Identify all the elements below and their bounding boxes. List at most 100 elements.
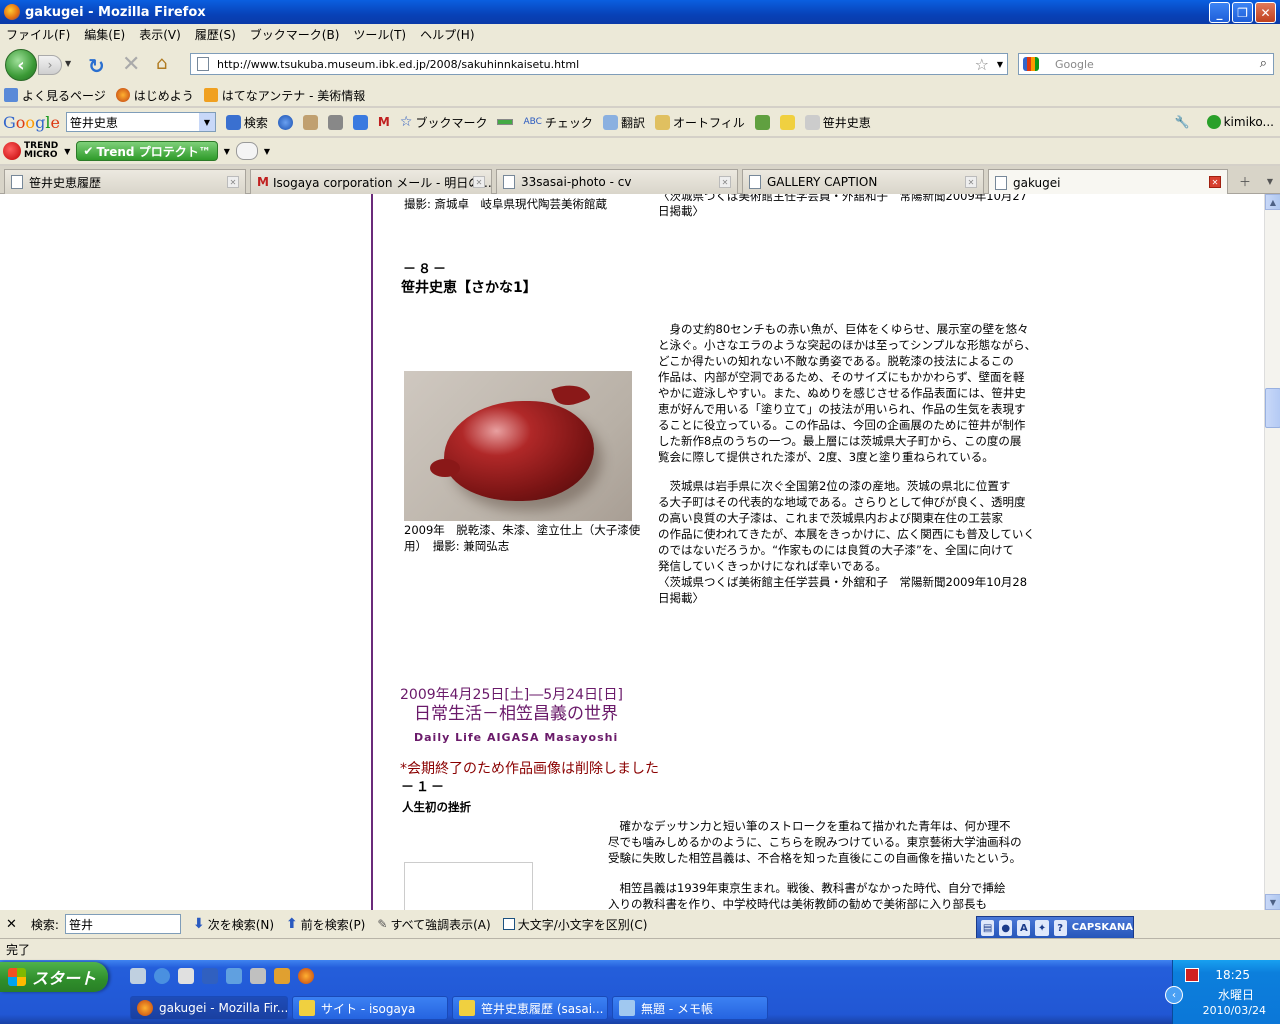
globe-button[interactable] bbox=[277, 114, 293, 130]
home-page-button[interactable] bbox=[327, 114, 343, 130]
quick-launch-icon[interactable] bbox=[130, 968, 146, 984]
new-tab-icon[interactable]: ＋ bbox=[1233, 169, 1257, 193]
google-bookmarks-button[interactable]: ☆ ブックマーク bbox=[400, 114, 488, 131]
media-player-icon[interactable] bbox=[202, 968, 218, 984]
bookmark-star-icon[interactable]: ☆ bbox=[975, 55, 989, 74]
ime-mode-icon[interactable]: ▤ bbox=[981, 920, 995, 936]
trend-micro-logo[interactable]: TREND MICRO bbox=[3, 142, 58, 160]
scroll-down-icon[interactable]: ▼ bbox=[1265, 894, 1280, 910]
commentary-paragraph-1: 身の丈約80センチもの赤い魚が、巨体をくゆらせ、展示室の壁を悠々 と泳ぐ。小さな… bbox=[658, 321, 1048, 465]
chevron-down-icon[interactable]: ▼ bbox=[64, 147, 70, 156]
close-tab-icon[interactable]: ✕ bbox=[719, 176, 731, 188]
tab-list-icon[interactable]: ▼ bbox=[1258, 169, 1280, 193]
search-box[interactable]: Google ⌕ bbox=[1018, 53, 1274, 75]
query-link-button[interactable]: 笹井史恵 bbox=[804, 114, 871, 131]
pagerank-button[interactable] bbox=[302, 114, 318, 130]
scroll-thumb[interactable] bbox=[1265, 388, 1280, 428]
menu-view[interactable]: 表示(V) bbox=[139, 26, 181, 43]
ime-help-icon[interactable]: ? bbox=[1053, 920, 1067, 936]
tray-expand-icon[interactable]: ‹ bbox=[1165, 986, 1183, 1004]
menu-tools[interactable]: ツール(T) bbox=[353, 26, 406, 43]
trend-protect-button[interactable]: ✔ Trend プロテクト™ bbox=[76, 141, 218, 161]
close-tab-icon[interactable]: ✕ bbox=[227, 176, 239, 188]
clock-time[interactable]: 18:25 bbox=[1215, 968, 1250, 982]
tab-label: 33sasai-photo - cv bbox=[521, 175, 632, 189]
account-menu[interactable]: 🔧 kimiko... bbox=[1175, 115, 1274, 129]
close-tab-icon[interactable]: ✕ bbox=[473, 176, 485, 188]
close-find-icon[interactable]: ✕ bbox=[6, 917, 17, 932]
prev-source-line2: 日掲載〉 bbox=[658, 204, 704, 218]
vertical-scrollbar[interactable]: ▲ ▼ bbox=[1264, 194, 1280, 910]
url-dropdown-icon[interactable]: ▼ bbox=[997, 60, 1003, 69]
translate-button[interactable]: 翻訳 bbox=[602, 114, 645, 131]
firefox-icon[interactable] bbox=[298, 968, 314, 984]
ie-icon[interactable] bbox=[154, 968, 170, 984]
checkbox[interactable] bbox=[502, 918, 515, 930]
find-next-button[interactable]: ⬇ 次を検索(N) bbox=[193, 916, 274, 933]
google-search-input[interactable]: 笹井史恵 ▼ bbox=[65, 112, 216, 132]
messenger-icon[interactable] bbox=[250, 968, 266, 984]
bookmark-hatena-antenna[interactable]: はてなアンテナ - 美術情報 bbox=[203, 87, 365, 104]
find-previous-button[interactable]: ⬆ 前を検索(P) bbox=[286, 916, 365, 933]
forward-button[interactable]: › bbox=[38, 55, 62, 75]
ime-input-mode-icon[interactable]: A bbox=[1017, 920, 1031, 936]
task-notepad[interactable]: 無題 - メモ帳 bbox=[612, 996, 768, 1020]
minimize-button[interactable]: _ bbox=[1209, 2, 1230, 23]
wireless-icon[interactable] bbox=[235, 142, 258, 160]
tab-isogaya-mail[interactable]: M Isogaya corporation メール - 明日の... ✕ bbox=[250, 169, 492, 194]
close-tab-icon[interactable]: ✕ bbox=[1209, 176, 1221, 188]
close-tab-icon[interactable]: ✕ bbox=[965, 176, 977, 188]
bookmark-most-visited[interactable]: よく見るページ bbox=[4, 87, 106, 104]
spellcheck-button[interactable]: ABC チェック bbox=[523, 114, 592, 131]
app-icon[interactable] bbox=[274, 968, 290, 984]
menu-bookmarks[interactable]: ブックマーク(B) bbox=[250, 26, 340, 43]
find-input[interactable]: 笹井 bbox=[64, 914, 181, 934]
tab-gallery-caption[interactable]: GALLERY CAPTION ✕ bbox=[742, 169, 984, 194]
task-sasai-history[interactable]: 笹井史恵履歴 (sasai... bbox=[452, 996, 608, 1020]
menu-history[interactable]: 履歴(S) bbox=[195, 26, 236, 43]
wrench-icon[interactable]: 🔧 bbox=[1175, 115, 1190, 129]
send-to-button[interactable] bbox=[754, 114, 770, 130]
ime-language-bar[interactable]: ▤ ● A ✦ ? CAPS KANA bbox=[976, 916, 1134, 940]
back-button[interactable]: ‹ bbox=[5, 49, 37, 81]
scroll-up-icon[interactable]: ▲ bbox=[1265, 194, 1280, 210]
google-logo[interactable]: Google bbox=[3, 113, 60, 132]
bookmark-getting-started[interactable]: はじめよう bbox=[115, 87, 194, 104]
task-firefox[interactable]: gakugei - Mozilla Fir... bbox=[130, 996, 288, 1020]
menu-edit[interactable]: 編集(E) bbox=[84, 26, 125, 43]
tab-photo-cv[interactable]: 33sasai-photo - cv ✕ bbox=[496, 169, 738, 194]
home-icon[interactable]: ⌂ bbox=[156, 53, 167, 74]
highlight-all-button[interactable]: ✎ すべて強調表示(A) bbox=[377, 916, 490, 933]
reload-icon[interactable]: ↻ bbox=[88, 54, 105, 78]
page-icon bbox=[749, 175, 761, 189]
add-button[interactable] bbox=[352, 114, 368, 130]
history-dropdown-icon[interactable]: ▼ bbox=[65, 59, 71, 68]
search-icon[interactable] bbox=[178, 968, 194, 984]
ime-globe-icon[interactable]: ● bbox=[999, 920, 1013, 936]
match-case-checkbox[interactable]: 大文字/小文字を区別(C) bbox=[502, 916, 648, 933]
start-button[interactable]: スタート bbox=[0, 962, 108, 992]
maximize-button[interactable]: ❐ bbox=[1232, 2, 1253, 23]
chevron-down-icon[interactable]: ▼ bbox=[198, 113, 215, 131]
ime-tool-icon[interactable]: ✦ bbox=[1035, 920, 1049, 936]
search-icon[interactable]: ⌕ bbox=[1260, 56, 1267, 71]
gmail-button[interactable]: M bbox=[378, 115, 390, 129]
google-search-button[interactable]: 検索 bbox=[225, 114, 268, 131]
stop-icon[interactable]: ✕ bbox=[122, 52, 140, 77]
tab-sasai-history[interactable]: 笹井史恵履歴 ✕ bbox=[4, 169, 246, 194]
network-warning-icon[interactable] bbox=[1185, 968, 1199, 982]
task-isogaya-site[interactable]: サイト - isogaya bbox=[292, 996, 448, 1020]
chevron-down-icon[interactable]: ▼ bbox=[224, 147, 230, 156]
google-engine-icon[interactable] bbox=[1023, 57, 1039, 71]
url-bar[interactable]: http://www.tsukuba.museum.ibk.ed.jp/2008… bbox=[190, 53, 1008, 75]
pagerank-meter bbox=[497, 119, 514, 125]
menu-file[interactable]: ファイル(F) bbox=[6, 26, 70, 43]
outlook-icon[interactable] bbox=[226, 968, 242, 984]
autofill-button[interactable]: オートフィル bbox=[654, 114, 745, 131]
close-button[interactable]: ✕ bbox=[1255, 2, 1276, 23]
prev-photo-credit: 撮影: 斎城卓 岐阜県現代陶芸美術館蔵 bbox=[404, 197, 608, 211]
tab-gakugei[interactable]: gakugei ✕ bbox=[988, 169, 1228, 195]
chevron-down-icon[interactable]: ▼ bbox=[264, 147, 270, 156]
menu-help[interactable]: ヘルプ(H) bbox=[420, 26, 474, 43]
highlight-button[interactable] bbox=[779, 114, 795, 130]
